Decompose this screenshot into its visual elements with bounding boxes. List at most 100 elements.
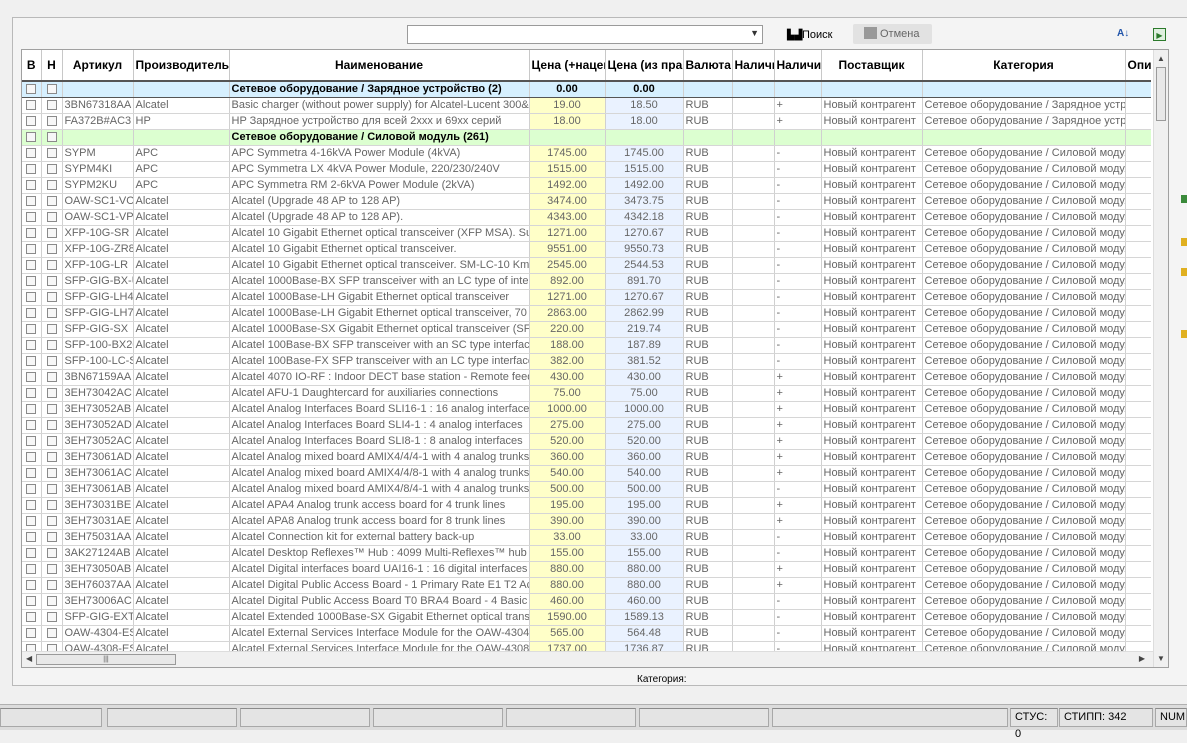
row-new-checkbox[interactable] — [46, 164, 57, 175]
row-select-checkbox[interactable] — [26, 436, 37, 447]
row-new-checkbox[interactable] — [46, 516, 57, 527]
row-select-checkbox[interactable] — [26, 468, 37, 479]
scroll-left-icon[interactable]: ◀ — [26, 654, 32, 663]
table-row[interactable]: 3EH73061AB Alcatel Alcatel Analog mixed bo… — [22, 481, 1151, 498]
row-select-checkbox[interactable] — [26, 628, 37, 639]
row-select-checkbox[interactable] — [26, 484, 37, 495]
side-green-icon[interactable] — [1181, 195, 1187, 203]
table-row[interactable]: SFP-100-BX20 Alcatel Alcatel 100Base-BX SF… — [22, 337, 1151, 354]
table-row[interactable]: 3EH73061AC Alcatel Alcatel Analog mixed bo… — [22, 465, 1151, 482]
col-article-header[interactable]: Артикул — [62, 50, 134, 82]
table-row[interactable]: 3EH73031AE Alcatel Alcatel APA8 Analog tru… — [22, 513, 1151, 530]
row-select-checkbox[interactable] — [26, 324, 37, 335]
dropdown-arrow-icon[interactable]: ▼ — [750, 28, 759, 38]
col-supplier-header[interactable]: Поставщик — [821, 50, 923, 82]
row-new-checkbox[interactable] — [46, 548, 57, 559]
row-select-checkbox[interactable] — [26, 84, 37, 95]
row-select-checkbox[interactable] — [26, 196, 37, 207]
sort-az-icon[interactable]: A↓ — [1117, 28, 1129, 39]
row-select-checkbox[interactable] — [26, 308, 37, 319]
side-note-icon[interactable] — [1181, 330, 1187, 338]
table-row[interactable]: 3EH73006AC Alcatel Alcatel Digital Public … — [22, 593, 1151, 610]
row-new-checkbox[interactable] — [46, 484, 57, 495]
col-price-markup-header[interactable]: Цена (+наценка) — [529, 50, 606, 82]
row-new-checkbox[interactable] — [46, 132, 57, 143]
table-row[interactable]: FA372B#AC3 HP HP Зарядное устройство для в… — [22, 113, 1151, 130]
row-select-checkbox[interactable] — [26, 532, 37, 543]
row-new-checkbox[interactable] — [46, 356, 57, 367]
table-row[interactable]: SYPM APC APC Symmetra 4-16kVA Power Module… — [22, 145, 1151, 162]
row-new-checkbox[interactable] — [46, 340, 57, 351]
col-description-header[interactable]: Опи — [1125, 50, 1151, 82]
col-currency-header[interactable]: Валюта — [683, 50, 733, 82]
row-select-checkbox[interactable] — [26, 260, 37, 271]
table-row[interactable]: OAW-4308-ESI Alcatel Alcatel External Serv… — [22, 641, 1151, 651]
table-row[interactable]: 3AK27124AB Alcatel Alcatel Desktop Reflexe… — [22, 545, 1151, 562]
table-row[interactable]: SFP-GIG-SX Alcatel Alcatel 1000Base-SX Gig… — [22, 321, 1151, 338]
row-select-checkbox[interactable] — [26, 388, 37, 399]
table-row[interactable]: 3EH75031AA Alcatel Alcatel Connection kit … — [22, 529, 1151, 546]
table-row[interactable]: OAW-SC1-VPNAlcatelAlcatel (Upgrade 48 AP… — [22, 209, 1151, 226]
row-new-checkbox[interactable] — [46, 500, 57, 511]
row-select-checkbox[interactable] — [26, 276, 37, 287]
row-select-checkbox[interactable] — [26, 420, 37, 431]
row-new-checkbox[interactable] — [46, 436, 57, 447]
row-select-checkbox[interactable] — [26, 212, 37, 223]
row-select-checkbox[interactable] — [26, 452, 37, 463]
table-row[interactable]: 3EH73042AC Alcatel Alcatel AFU-1 Daughterc… — [22, 385, 1151, 402]
export-icon[interactable]: ▶ — [1153, 28, 1166, 41]
row-select-checkbox[interactable] — [26, 404, 37, 415]
row-new-checkbox[interactable] — [46, 388, 57, 399]
group-row[interactable]: Сетевое оборудование / Силовой модуль (2… — [22, 129, 1151, 146]
row-select-checkbox[interactable] — [26, 228, 37, 239]
col-stock-from-header[interactable]: Наличие (из — [774, 50, 822, 82]
col-name-header[interactable]: Наименование — [229, 50, 530, 82]
row-new-checkbox[interactable] — [46, 84, 57, 95]
table-row[interactable]: 3EH73061AD Alcatel Alcatel Analog mixed bo… — [22, 449, 1151, 466]
table-row[interactable]: XFP-10G-SR Alcatel Alcatel 10 Gigabit Ethe… — [22, 225, 1151, 242]
table-row[interactable]: SFP-GIG-LH40 Alcatel Alcatel 1000Base-LH G… — [22, 289, 1151, 306]
table-row[interactable]: XFP-10G-LR Alcatel Alcatel 10 Gigabit Ethe… — [22, 257, 1151, 274]
col-v-header[interactable]: В — [22, 50, 42, 82]
row-select-checkbox[interactable] — [26, 180, 37, 191]
row-new-checkbox[interactable] — [46, 452, 57, 463]
row-select-checkbox[interactable] — [26, 340, 37, 351]
row-select-checkbox[interactable] — [26, 516, 37, 527]
row-select-checkbox[interactable] — [26, 148, 37, 159]
side-folder-icon[interactable] — [1181, 238, 1187, 246]
row-select-checkbox[interactable] — [26, 580, 37, 591]
vertical-scrollbar[interactable]: ▲ ▼ — [1153, 50, 1168, 667]
row-new-checkbox[interactable] — [46, 276, 57, 287]
table-row[interactable]: XFP-10G-ZR80AlcatelAlcatel 10 Gigabit Et… — [22, 241, 1151, 258]
table-row[interactable]: 3EH73052AD Alcatel Alcatel Analog Interfac… — [22, 417, 1151, 434]
col-n-header[interactable]: Н — [41, 50, 63, 82]
row-new-checkbox[interactable] — [46, 596, 57, 607]
row-new-checkbox[interactable] — [46, 212, 57, 223]
row-select-checkbox[interactable] — [26, 132, 37, 143]
row-select-checkbox[interactable] — [26, 596, 37, 607]
search-button[interactable]: ▙▟Поиск — [787, 27, 832, 43]
row-new-checkbox[interactable] — [46, 612, 57, 623]
table-row[interactable]: SFP-100-LC-SMAlcatelAlcatel 100Base-FX S… — [22, 353, 1151, 370]
row-new-checkbox[interactable] — [46, 228, 57, 239]
row-new-checkbox[interactable] — [46, 100, 57, 111]
search-combobox[interactable]: ▼ — [407, 25, 763, 44]
row-new-checkbox[interactable] — [46, 116, 57, 127]
row-new-checkbox[interactable] — [46, 308, 57, 319]
row-new-checkbox[interactable] — [46, 644, 57, 651]
table-row[interactable]: OAW-SC1-VOCAlcatelAlcatel (Upgrade 48 AP… — [22, 193, 1151, 210]
row-select-checkbox[interactable] — [26, 500, 37, 511]
row-new-checkbox[interactable] — [46, 420, 57, 431]
row-new-checkbox[interactable] — [46, 244, 57, 255]
row-new-checkbox[interactable] — [46, 148, 57, 159]
horizontal-scroll-thumb[interactable]: ||| — [36, 654, 176, 665]
table-row[interactable]: SYPM2KU APC APC Symmetra RM 2-6kVA Power M… — [22, 177, 1151, 194]
row-new-checkbox[interactable] — [46, 180, 57, 191]
group-row[interactable]: Сетевое оборудование / Зарядное устройст… — [22, 81, 1151, 98]
row-new-checkbox[interactable] — [46, 564, 57, 575]
col-manufacturer-header[interactable]: Производитель — [133, 50, 230, 82]
table-row[interactable]: SFP-GIG-EXTNDAlcatelAlcatel Extended 100… — [22, 609, 1151, 626]
row-select-checkbox[interactable] — [26, 356, 37, 367]
row-new-checkbox[interactable] — [46, 628, 57, 639]
col-stock-header[interactable]: Наличие — [732, 50, 775, 82]
